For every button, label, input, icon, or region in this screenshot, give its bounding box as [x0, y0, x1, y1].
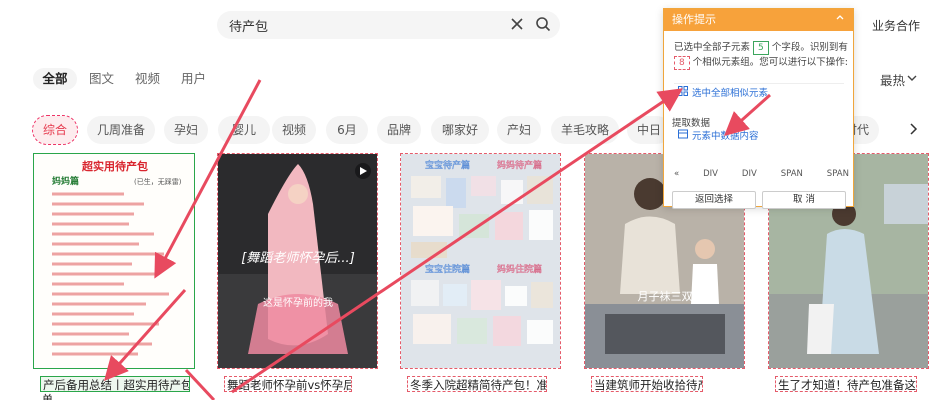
table-icon — [678, 129, 688, 139]
video-overlay-subtext: 这是怀孕前的我 — [263, 296, 333, 309]
supplies-image: 宝宝待产篇 妈妈待产篇 宝宝住院篇 妈妈住院篇 — [401, 154, 560, 368]
chip-comprehensive[interactable]: 综合 — [32, 115, 78, 145]
divider — [674, 83, 844, 84]
close-icon[interactable] — [509, 16, 525, 32]
tab-image[interactable]: 图文 — [89, 68, 114, 90]
card-title[interactable]: 舞蹈老师怀孕前vs怀孕后 — [224, 376, 352, 392]
note-card[interactable]: 超实用待产包 妈妈篇 (已生，无踩雷) — [33, 153, 195, 369]
search-input[interactable]: 待产包 — [229, 16, 268, 35]
panel-title: 操作提示 — [672, 13, 716, 26]
arrow — [184, 368, 216, 400]
back-to-select-button[interactable]: 返回选择 — [672, 191, 756, 209]
grid-icon — [678, 86, 688, 96]
card-title[interactable]: 产后备用总结丨超实用待产包 — [40, 376, 190, 392]
collapse-icon[interactable] — [835, 13, 845, 23]
chip[interactable]: 视频 — [272, 116, 316, 144]
business-link[interactable]: 业务合作 — [872, 17, 920, 34]
card-title[interactable]: 当建筑师开始收拾待产包 — [591, 376, 703, 392]
extract-data-label: 提取数据 — [672, 118, 711, 129]
sort-dropdown[interactable]: 最热 — [880, 70, 905, 89]
card-title-line2: 单 — [42, 393, 53, 400]
chip[interactable]: 几周准备 — [87, 116, 155, 144]
note-card[interactable]: 宝宝待产篇 妈妈待产篇 宝宝住院篇 妈妈住院篇 — [400, 153, 561, 369]
path-node[interactable]: SPAN — [781, 169, 803, 179]
tab-all[interactable]: 全部 — [33, 68, 77, 90]
note-card[interactable]: [舞蹈老师怀孕后...] 这是怀孕前的我 — [217, 153, 378, 369]
select-similar-button[interactable]: 选中全部相似元素 — [692, 85, 768, 99]
card-title[interactable]: 冬季入院超精简待产包！准备这些就够了 — [407, 376, 547, 392]
list-note: (已生，无踩雷) — [134, 177, 182, 186]
image-tag: 宝宝住院篇 — [425, 263, 470, 275]
panel-header: 操作提示 — [664, 9, 853, 31]
element-path: « DIV DIV SPAN SPAN — [674, 169, 849, 179]
image-overlay-text: 月子袜三双 — [638, 289, 693, 303]
list-subtitle: 妈妈篇 — [52, 175, 79, 187]
chip[interactable]: 哪家好 — [431, 116, 489, 144]
image-tag: 宝宝待产篇 — [425, 159, 470, 171]
path-node[interactable]: SPAN — [827, 169, 849, 179]
checklist-image: 超实用待产包 妈妈篇 (已生，无踩雷) — [34, 154, 194, 368]
list-title: 超实用待产包 — [81, 159, 148, 173]
path-node[interactable]: DIV — [742, 169, 757, 179]
image-tag: 妈妈住院篇 — [497, 263, 542, 275]
chip[interactable]: 产妇 — [497, 116, 541, 144]
search-icon[interactable] — [535, 16, 551, 32]
tab-video[interactable]: 视频 — [135, 68, 160, 90]
chip[interactable]: 品牌 — [377, 116, 421, 144]
card-title[interactable]: 生了才知道！待产包准备这些就够了 — [775, 376, 917, 392]
panel-message: 已选中全部子元素 5 个字段。识别到有 8 个相似元素组。您可以进行以下操作: — [674, 41, 848, 70]
chip[interactable]: 孕妇 — [164, 116, 208, 144]
image-tag: 妈妈待产篇 — [497, 159, 542, 171]
field-count: 5 — [753, 41, 769, 55]
cancel-button[interactable]: 取 消 — [762, 191, 846, 209]
dancer-image: [舞蹈老师怀孕后...] 这是怀孕前的我 — [218, 154, 377, 368]
search-bar[interactable]: 待产包 — [217, 11, 560, 39]
chip[interactable]: 羊毛攻略 — [551, 116, 619, 144]
path-node[interactable]: DIV — [703, 169, 718, 179]
group-count: 8 — [674, 56, 690, 70]
operation-tips-panel: 操作提示 已选中全部子元素 5 个字段。识别到有 8 个相似元素组。您可以进行以… — [663, 8, 854, 209]
path-back[interactable]: « — [674, 169, 679, 179]
chevron-down-icon[interactable] — [906, 72, 918, 84]
chevron-right-icon[interactable] — [906, 122, 920, 136]
extract-content-button[interactable]: 元素中数据内容 — [692, 128, 759, 142]
chip[interactable]: 婴儿 — [218, 116, 270, 144]
tab-users[interactable]: 用户 — [181, 68, 206, 90]
video-overlay-text: [舞蹈老师怀孕后...] — [241, 251, 355, 266]
chip[interactable]: 6月 — [326, 116, 368, 144]
